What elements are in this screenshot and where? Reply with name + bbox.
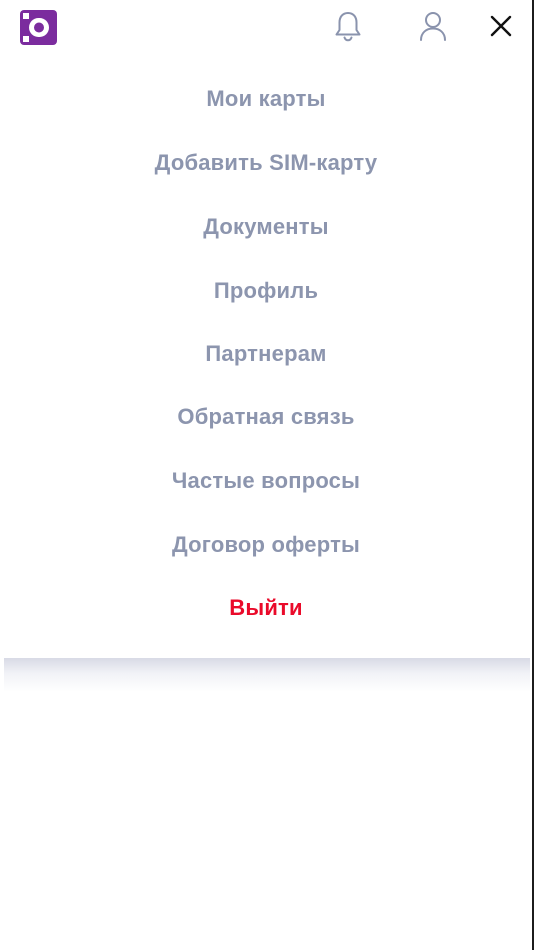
logout-button[interactable]: Выйти bbox=[0, 595, 532, 621]
top-bar bbox=[0, 0, 532, 56]
menu-item-my-cards[interactable]: Мои карты bbox=[0, 86, 532, 112]
notifications-button[interactable] bbox=[328, 8, 368, 48]
menu-item-feedback[interactable]: Обратная связь bbox=[0, 404, 532, 430]
menu-shadow bbox=[4, 658, 530, 692]
close-menu-button[interactable] bbox=[481, 8, 521, 48]
menu-item-faq[interactable]: Частые вопросы bbox=[0, 468, 532, 494]
app-screen: Мои карты Добавить SIM-карту Документы П… bbox=[0, 0, 534, 950]
close-icon bbox=[490, 15, 512, 42]
menu-item-partners[interactable]: Партнерам bbox=[0, 341, 532, 367]
navigation-menu: Мои карты Добавить SIM-карту Документы П… bbox=[0, 56, 532, 660]
brand-logo-icon[interactable] bbox=[20, 10, 57, 45]
menu-item-documents[interactable]: Документы bbox=[0, 214, 532, 240]
menu-item-profile[interactable]: Профиль bbox=[0, 278, 532, 304]
menu-item-offer-agreement[interactable]: Договор оферты bbox=[0, 532, 532, 558]
user-icon bbox=[418, 10, 448, 47]
bell-icon bbox=[333, 10, 363, 47]
menu-item-add-sim[interactable]: Добавить SIM-карту bbox=[0, 150, 532, 176]
profile-button[interactable] bbox=[413, 8, 453, 48]
